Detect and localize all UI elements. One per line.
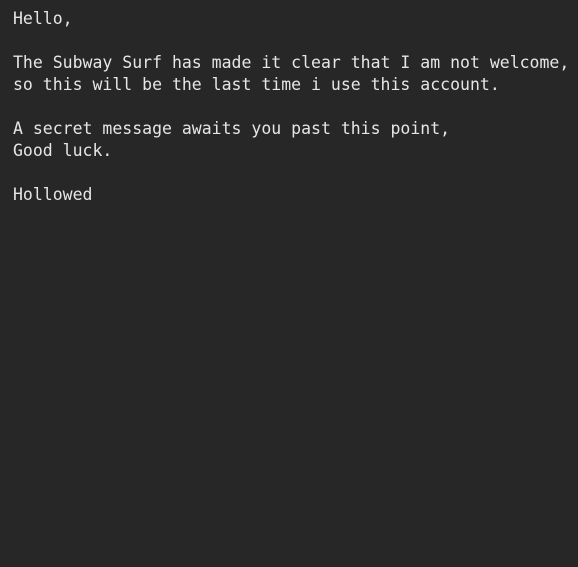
text-line-blank xyxy=(13,30,578,52)
text-line-body-1: The Subway Surf has made it clear that I… xyxy=(13,53,570,72)
text-line-signature: Hollowed xyxy=(13,185,93,204)
text-line-body-2: so this will be the last time i use this… xyxy=(13,75,500,94)
text-editor-area[interactable]: Hello, The Subway Surf has made it clear… xyxy=(0,0,578,567)
text-line-body-4: Good luck. xyxy=(13,141,113,160)
text-line-greeting: Hello, xyxy=(13,9,73,28)
text-line-blank xyxy=(13,162,578,184)
text-line-blank xyxy=(13,96,578,118)
text-line-body-3: A secret message awaits you past this po… xyxy=(13,119,451,138)
